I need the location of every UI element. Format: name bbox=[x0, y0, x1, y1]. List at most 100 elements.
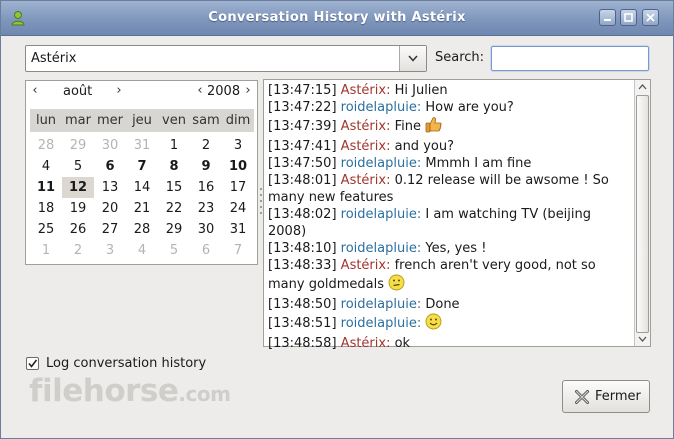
calendar-day[interactable]: 30 bbox=[94, 135, 126, 156]
history-message: [13:48:33] Astérix: french aren't very g… bbox=[268, 257, 628, 296]
calendar-day[interactable]: 2 bbox=[190, 135, 222, 156]
calendar-day[interactable]: 10 bbox=[222, 156, 254, 177]
title-bar[interactable]: Conversation History with Astérix bbox=[1, 1, 673, 36]
message-timestamp: [13:48:51] bbox=[268, 316, 341, 331]
calendar-day[interactable]: 19 bbox=[62, 198, 94, 219]
message-nick: roidelapluie: bbox=[340, 241, 422, 256]
next-year-button[interactable]: › bbox=[241, 84, 255, 98]
calendar-day[interactable]: 7 bbox=[222, 240, 254, 261]
calendar-day[interactable]: 31 bbox=[222, 219, 254, 240]
maximize-icon bbox=[624, 13, 633, 22]
calendar-month: août bbox=[63, 84, 93, 99]
scroll-up-icon[interactable] bbox=[635, 80, 650, 95]
calendar-day[interactable]: 1 bbox=[30, 240, 62, 261]
message-nick: roidelapluie: bbox=[340, 156, 422, 171]
scrollbar-thumb[interactable] bbox=[636, 95, 649, 333]
message-timestamp: [13:47:41] bbox=[268, 139, 341, 154]
history-message: [13:47:15] Astérix: Hi Julien bbox=[268, 82, 628, 99]
day-name: mer bbox=[96, 113, 123, 128]
history-message: [13:47:22] roidelapluie: How are you? bbox=[268, 99, 628, 116]
calendar-day[interactable]: 18 bbox=[30, 198, 62, 219]
calendar-day[interactable]: 4 bbox=[126, 240, 158, 261]
calendar-day[interactable]: 11 bbox=[30, 177, 62, 198]
prev-year-button[interactable]: ‹ bbox=[193, 84, 207, 98]
calendar-day[interactable]: 14 bbox=[126, 177, 158, 198]
log-history-label[interactable]: Log conversation history bbox=[46, 356, 206, 371]
calendar-day[interactable]: 4 bbox=[30, 156, 62, 177]
calendar-day[interactable]: 30 bbox=[190, 219, 222, 240]
day-name: jeu bbox=[132, 113, 152, 128]
window-title: Conversation History with Astérix bbox=[208, 10, 466, 25]
calendar-day[interactable]: 3 bbox=[222, 135, 254, 156]
calendar-day[interactable]: 2 bbox=[62, 240, 94, 261]
calendar-year: 2008 bbox=[207, 84, 241, 99]
calendar-day[interactable]: 28 bbox=[126, 219, 158, 240]
message-timestamp: [13:48:33] bbox=[268, 258, 341, 273]
calendar-day[interactable]: 24 bbox=[222, 198, 254, 219]
close-x-icon bbox=[575, 390, 589, 404]
close-window-button[interactable] bbox=[642, 9, 659, 26]
calendar-day[interactable]: 1 bbox=[158, 135, 190, 156]
calendar-day[interactable]: 25 bbox=[30, 219, 62, 240]
calendar-day[interactable]: 26 bbox=[62, 219, 94, 240]
message-nick: roidelapluie: bbox=[340, 207, 422, 222]
fermer-label: Fermer bbox=[595, 389, 641, 404]
history-window: Conversation History with Astérix Astéri… bbox=[0, 0, 674, 439]
message-text: Fine bbox=[390, 119, 426, 134]
meh-smiley-icon bbox=[388, 274, 405, 296]
calendar-day[interactable]: 6 bbox=[190, 240, 222, 261]
calendar-day[interactable]: 27 bbox=[94, 219, 126, 240]
message-text: Done bbox=[421, 297, 460, 312]
calendar-day[interactable]: 15 bbox=[158, 177, 190, 198]
day-name: sam bbox=[192, 113, 220, 128]
calendar-day[interactable]: 9 bbox=[190, 156, 222, 177]
history-message: [13:47:41] Astérix: and you? bbox=[268, 138, 628, 155]
minimize-icon bbox=[604, 19, 611, 21]
prev-month-button[interactable]: ‹ bbox=[28, 84, 42, 98]
calendar-day[interactable]: 17 bbox=[222, 177, 254, 198]
day-name: lun bbox=[35, 113, 57, 128]
history-view[interactable]: [13:47:15] Astérix: Hi Julien [13:47:22] … bbox=[263, 79, 651, 351]
message-timestamp: [13:48:50] bbox=[268, 297, 341, 312]
history-message: [13:48:51] roidelapluie: bbox=[268, 313, 628, 335]
message-nick: roidelapluie: bbox=[340, 316, 422, 331]
next-month-button[interactable]: › bbox=[112, 84, 126, 98]
calendar-day[interactable]: 28 bbox=[30, 135, 62, 156]
log-history-checkbox[interactable] bbox=[26, 357, 39, 370]
fermer-button[interactable]: Fermer bbox=[562, 380, 650, 413]
calendar-day[interactable]: 6 bbox=[94, 156, 126, 177]
chevron-down-icon bbox=[408, 55, 418, 62]
calendar-day[interactable]: 29 bbox=[62, 135, 94, 156]
scroll-down-icon[interactable] bbox=[635, 331, 650, 346]
search-input[interactable] bbox=[490, 45, 650, 72]
calendar-day[interactable]: 29 bbox=[158, 219, 190, 240]
combo-dropdown-button[interactable] bbox=[399, 46, 426, 71]
calendar-day[interactable]: 21 bbox=[126, 198, 158, 219]
calendar: ‹ août › ‹ 2008 › lun mar mer jeu ven sam dim … bbox=[25, 80, 258, 265]
message-timestamp: [13:48:02] bbox=[268, 207, 341, 222]
history-scrollbar[interactable] bbox=[634, 80, 650, 346]
calendar-day[interactable]: 22 bbox=[158, 198, 190, 219]
minimize-button[interactable] bbox=[599, 9, 616, 26]
pane-splitter-handle[interactable] bbox=[260, 186, 262, 216]
history-message: [13:48:02] roidelapluie: I am watching T… bbox=[268, 206, 628, 240]
calendar-day[interactable]: 31 bbox=[126, 135, 158, 156]
message-text: Yes, yes ! bbox=[421, 241, 487, 256]
message-text: How are you? bbox=[421, 100, 514, 115]
watermark-suffix: .com bbox=[178, 382, 231, 406]
contact-combo[interactable]: Astérix bbox=[25, 45, 427, 72]
calendar-day[interactable]: 7 bbox=[126, 156, 158, 177]
calendar-day[interactable]: 16 bbox=[190, 177, 222, 198]
calendar-day[interactable]: 13 bbox=[94, 177, 126, 198]
calendar-day[interactable]: 12 bbox=[62, 177, 94, 198]
maximize-button[interactable] bbox=[620, 9, 637, 26]
calendar-day-names: lun mar mer jeu ven sam dim bbox=[30, 109, 254, 132]
calendar-day[interactable]: 20 bbox=[94, 198, 126, 219]
calendar-day[interactable]: 3 bbox=[94, 240, 126, 261]
message-timestamp: [13:48:01] bbox=[268, 173, 341, 188]
message-nick: Astérix: bbox=[340, 139, 391, 154]
calendar-day[interactable]: 8 bbox=[158, 156, 190, 177]
calendar-day[interactable]: 23 bbox=[190, 198, 222, 219]
calendar-day[interactable]: 5 bbox=[158, 240, 190, 261]
calendar-day[interactable]: 5 bbox=[62, 156, 94, 177]
